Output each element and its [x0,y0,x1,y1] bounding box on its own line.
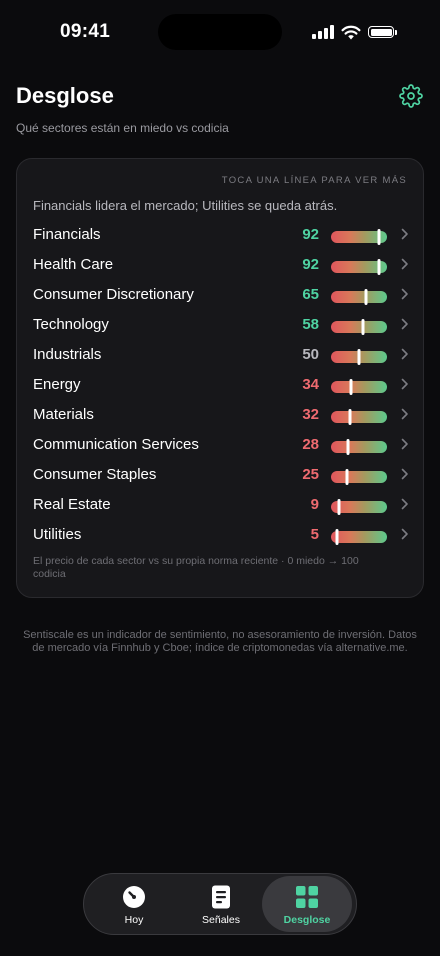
sector-row[interactable]: Consumer Staples 25 [17,460,423,490]
sector-name: Real Estate [33,496,111,513]
sentiment-marker [364,289,368,305]
status-bar: 09:41 [0,0,440,64]
sector-score: 9 [310,496,319,513]
wifi-icon [341,25,361,40]
sector-row[interactable]: Materials 32 [17,400,423,430]
tab-label: Desglose [283,914,331,926]
sentiment-bar [331,409,387,425]
sentiment-bar [331,349,387,365]
sentiment-bar [331,529,387,545]
status-time: 09:41 [60,21,111,42]
sentiment-marker [377,259,381,275]
sector-row[interactable]: Industrials 50 [17,340,423,370]
grid-icon [296,886,318,908]
sentiment-marker [335,529,339,545]
sector-row[interactable]: Energy 34 [17,370,423,400]
sentiment-marker [348,409,352,425]
cellular-signal-icon [312,25,336,39]
sentiment-marker [349,379,353,395]
chevron-right-icon [401,438,408,450]
sector-name: Utilities [33,526,82,543]
sector-score: 92 [302,256,319,273]
sector-list: Financials 92 Health Care 92 Consumer Discre… [17,220,423,550]
chevron-right-icon [401,528,408,540]
sector-name: Energy [33,376,81,393]
sector-name: Communication Services [33,436,199,453]
sentiment-marker [361,319,365,335]
sentiment-bar [331,259,387,275]
chevron-right-icon [401,258,408,270]
sector-row[interactable]: Financials 92 [17,220,423,250]
sector-name: Industrials [33,346,102,363]
sentiment-bar [331,379,387,395]
page-title: Desglose [16,83,114,108]
tab-bar: Hoy Señales Desglose [83,873,357,935]
chevron-right-icon [401,408,408,420]
sentiment-marker [357,349,361,365]
document-icon [212,885,230,909]
gauge-icon [123,886,145,908]
tab-desglose[interactable]: Desglose [262,876,352,932]
sector-score: 28 [302,436,319,453]
sector-score: 92 [302,226,319,243]
tab-hoy[interactable]: Hoy [89,876,179,932]
tab-label: Señales [202,914,240,926]
sector-name: Health Care [33,256,114,273]
sector-score: 32 [302,406,319,423]
sentiment-bar [331,469,387,485]
sector-score: 58 [302,316,319,333]
sector-row[interactable]: Communication Services 28 [17,430,423,460]
chevron-right-icon [401,318,408,330]
sentiment-bar [331,499,387,515]
sector-breakdown-card: TOCA UNA LÍNEA PARA VER MÁS Financials l… [16,158,424,598]
chevron-right-icon [401,348,408,360]
tab-label: Hoy [124,914,144,926]
sector-score: 50 [302,346,319,363]
scale-footnote: El precio de cada sector vs su propia no… [33,555,359,580]
disclaimer: Sentiscale es un indicador de sentimient… [23,629,417,654]
chevron-right-icon [401,228,408,240]
sentiment-marker [346,439,350,455]
gear-icon[interactable] [399,84,423,108]
sector-row[interactable]: Health Care 92 [17,250,423,280]
chevron-right-icon [401,498,408,510]
sentiment-bar [331,289,387,305]
sector-name: Consumer Discretionary [33,286,194,303]
sector-row[interactable]: Real Estate 9 [17,490,423,520]
market-summary: Financials lidera el mercado; Utilities … [33,198,338,213]
sector-score: 5 [310,526,319,543]
sentiment-marker [337,499,341,515]
sector-name: Technology [33,316,109,333]
chevron-right-icon [401,468,408,480]
tap-hint: TOCA UNA LÍNEA PARA VER MÁS [221,175,407,186]
sector-name: Financials [33,226,101,243]
page-subtitle: Qué sectores están en miedo vs codicia [16,121,229,135]
sector-score: 34 [302,376,319,393]
chevron-right-icon [401,378,408,390]
sentiment-bar [331,439,387,455]
chevron-right-icon [401,288,408,300]
dynamic-island [158,14,282,50]
tab-senales[interactable]: Señales [176,876,266,932]
sentiment-bar [331,319,387,335]
sector-row[interactable]: Utilities 5 [17,520,423,550]
sector-name: Materials [33,406,94,423]
sector-score: 65 [302,286,319,303]
sentiment-bar [331,229,387,245]
sector-row[interactable]: Technology 58 [17,310,423,340]
battery-icon [368,26,397,38]
sentiment-marker [345,469,349,485]
sector-name: Consumer Staples [33,466,157,483]
sector-row[interactable]: Consumer Discretionary 65 [17,280,423,310]
sentiment-marker [377,229,381,245]
sector-score: 25 [302,466,319,483]
